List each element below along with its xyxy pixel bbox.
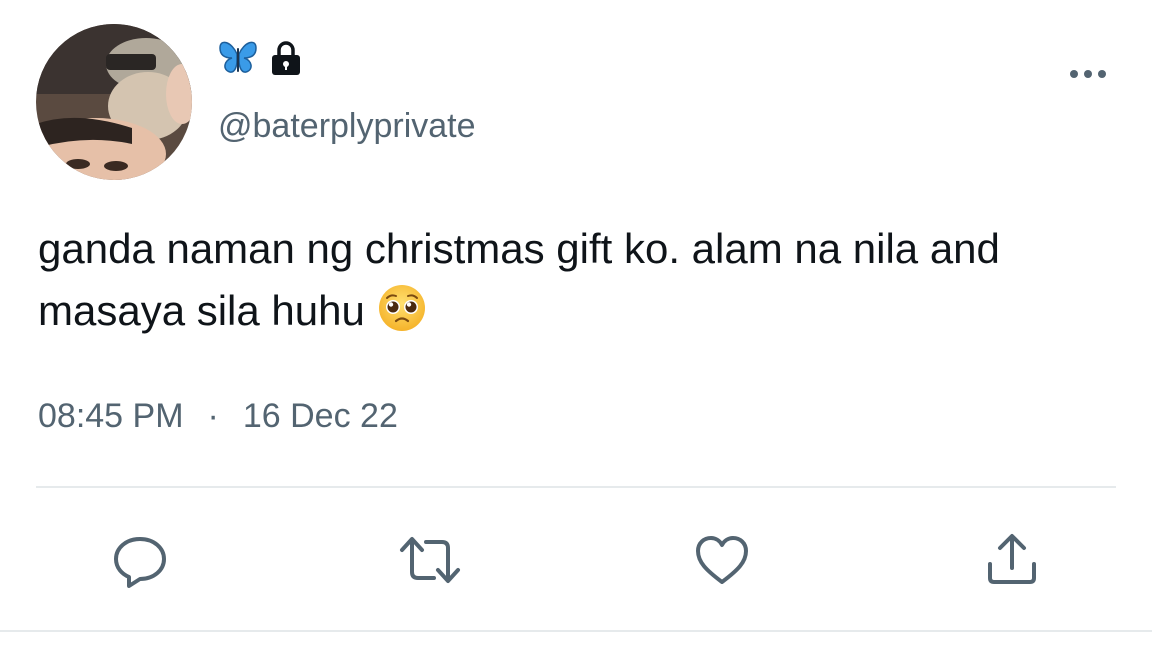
retweet-button[interactable]: [398, 528, 462, 592]
tweet-time[interactable]: 08:45 PM: [38, 394, 184, 438]
share-icon: [988, 534, 1036, 584]
tweet-meta: 08:45 PM · 16 Dec 22: [38, 394, 398, 438]
divider: [36, 486, 1116, 488]
more-icon[interactable]: [1068, 62, 1108, 86]
tweet-body: ganda naman ng christmas gift ko. alam n…: [38, 225, 1000, 334]
lock-icon: [268, 40, 304, 81]
tweet-text: ganda naman ng christmas gift ko. alam n…: [38, 218, 1118, 350]
share-button[interactable]: [980, 528, 1044, 592]
user-handle[interactable]: @baterplyprivate: [218, 104, 476, 148]
reply-button[interactable]: [108, 528, 172, 592]
like-icon: [696, 536, 748, 584]
like-button[interactable]: [690, 528, 754, 592]
tweet-date[interactable]: 16 Dec 22: [243, 394, 398, 438]
reply-icon: [114, 537, 166, 588]
pleading-face-emoji: [377, 283, 427, 350]
butterfly-icon: [218, 40, 258, 81]
display-name[interactable]: [218, 40, 304, 80]
avatar-photo: [36, 24, 192, 180]
avatar[interactable]: [36, 24, 192, 180]
meta-separator: ·: [207, 397, 219, 435]
divider-bottom: [0, 630, 1152, 632]
retweet-icon: [400, 537, 460, 583]
action-bar: [0, 528, 1152, 592]
tweet-detail: @baterplyprivate ganda naman ng christma…: [0, 0, 1152, 651]
